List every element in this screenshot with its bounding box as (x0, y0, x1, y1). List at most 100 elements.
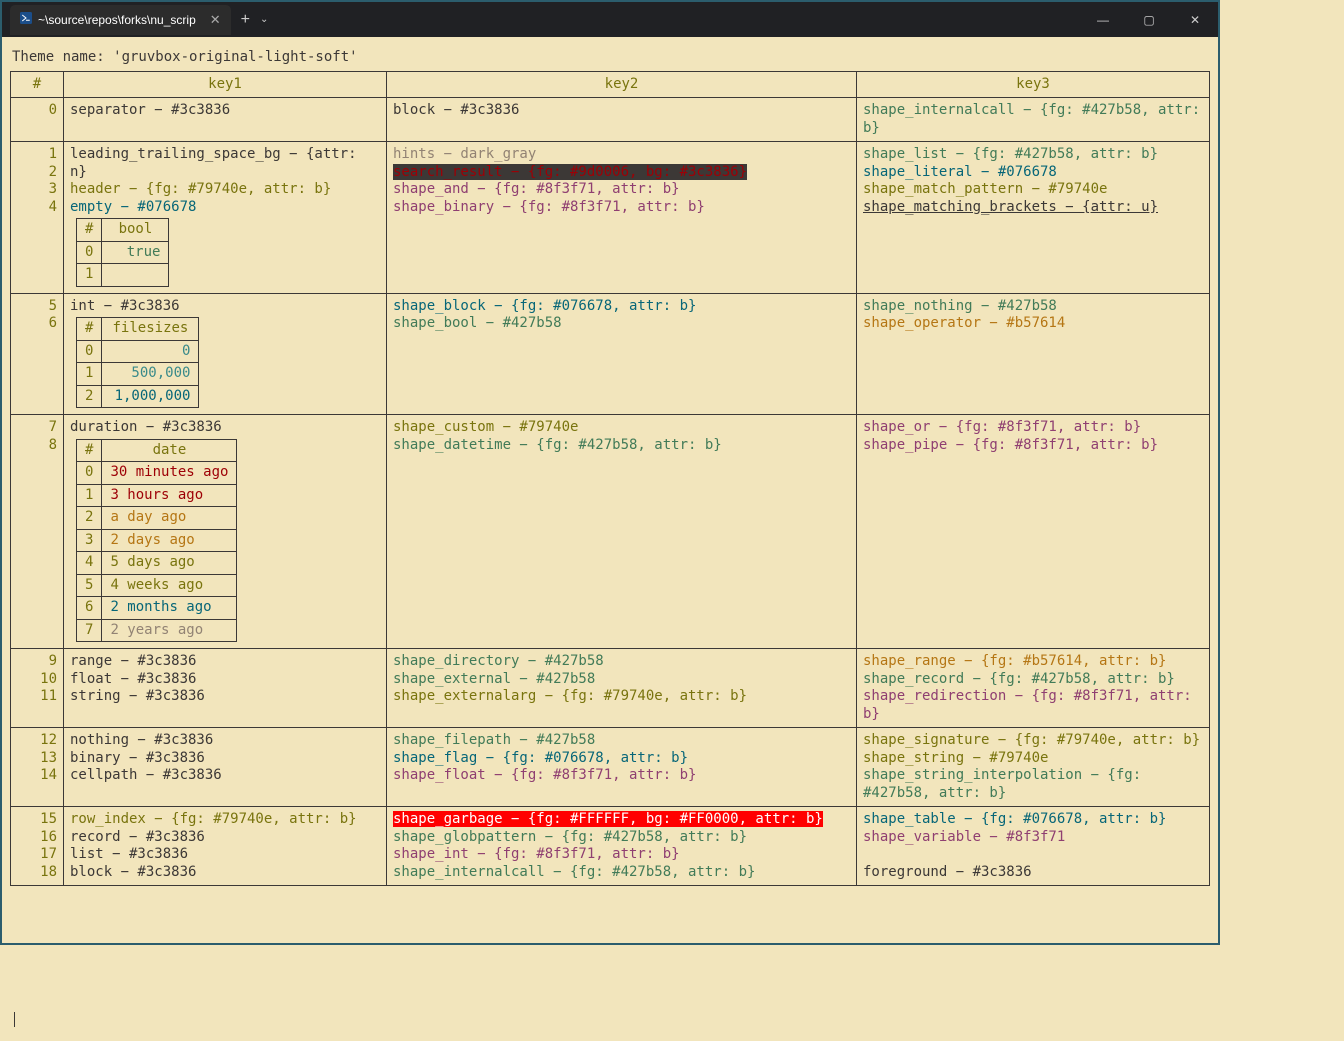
tab-title: ~\source\repos\forks\nu_scrip (38, 13, 196, 27)
new-tab-button[interactable]: + (241, 11, 250, 29)
cell-key3: shape_range − {fg: #b57614, attr: b} sha… (857, 649, 1210, 728)
inner-value: 5 days ago (102, 552, 237, 575)
cell-text: shape_match_pattern − #79740e (863, 181, 1107, 197)
cell-text: shape_int − {fg: #8f3f71, attr: b} (393, 846, 680, 862)
close-button[interactable]: ✕ (1172, 2, 1218, 37)
cell-text: shape_directory − #427b58 (393, 653, 604, 669)
inner-value: a day ago (102, 507, 237, 530)
cell-text: duration − #3c3836 (70, 419, 222, 435)
cell-key1: int − #3c3836 #filesizes001500,00021,000… (64, 293, 387, 415)
inner-value: 2 years ago (102, 619, 237, 642)
cell-text: shape_record − {fg: #427b58, attr: b} (863, 671, 1175, 687)
cell-key2: block − #3c3836 (387, 98, 857, 142)
inner-value: 500,000 (102, 363, 199, 386)
col-key3: key3 (857, 71, 1210, 98)
tab-dropdown-icon[interactable]: ⌄ (260, 14, 268, 25)
inner-index: 2 (77, 507, 102, 530)
row-num: 15 16 17 18 (11, 807, 64, 886)
cell-text: shape_string − #79740e (863, 750, 1048, 766)
cell-key1: nothing − #3c3836 binary − #3c3836 cellp… (64, 728, 387, 807)
cell-key3: shape_list − {fg: #427b58, attr: b} shap… (857, 142, 1210, 294)
cell-text: shape_and − {fg: #8f3f71, attr: b} (393, 181, 680, 197)
inner-value: 4 weeks ago (102, 574, 237, 597)
cell-text: binary − #3c3836 (70, 750, 205, 766)
inner-index: 2 (77, 385, 102, 408)
cell-text: range − #3c3836 (70, 653, 196, 669)
cell-key1: duration − #3c3836 #date030 minutes ago1… (64, 415, 387, 649)
inner-col-num: # (77, 439, 102, 462)
row-num: 9 10 11 (11, 649, 64, 728)
cell-key3: shape_or − {fg: #8f3f71, attr: b} shape_… (857, 415, 1210, 649)
cell-text: shape_filepath − #427b58 (393, 732, 595, 748)
inner-value: false (102, 264, 169, 287)
inner-value: 0 (102, 340, 199, 363)
inner-col-head: filesizes (102, 318, 199, 341)
terminal-window: ~\source\repos\forks\nu_scrip ✕ + ⌄ — ▢ … (0, 0, 1220, 945)
cell-text: row_index − {fg: #79740e, attr: b} (70, 811, 357, 827)
theme-line: Theme name: 'gruvbox-original-light-soft… (12, 49, 1210, 67)
inner-table-date: #date030 minutes ago13 hours ago2a day a… (76, 439, 237, 643)
close-tab-icon[interactable]: ✕ (210, 12, 221, 28)
cell-text: search_result − {fg: #9d0006, bg: #3c383… (393, 164, 747, 180)
inner-value: true (102, 241, 169, 264)
inner-value: 1,000,000 (102, 385, 199, 408)
inner-value: 2 days ago (102, 529, 237, 552)
cell-text: string − #3c3836 (70, 688, 205, 704)
cell-text: shape_operator − #b57614 (863, 315, 1065, 331)
cell-key3: shape_internalcall − {fg: #427b58, attr:… (857, 98, 1210, 142)
inner-value: 2 months ago (102, 597, 237, 620)
row-num: 1 2 3 4 (11, 142, 64, 294)
inner-table-filesizes: #filesizes001500,00021,000,000 (76, 317, 199, 408)
cell-text: shape_externalarg − {fg: #79740e, attr: … (393, 688, 747, 704)
inner-index: 5 (77, 574, 102, 597)
cell-text: shape_globpattern − {fg: #427b58, attr: … (393, 829, 747, 845)
cell-key1: separator − #3c3836 (64, 98, 387, 142)
cell-text: shape_range − {fg: #b57614, attr: b} (863, 653, 1166, 669)
cell-text: shape_binary − {fg: #8f3f71, attr: b} (393, 199, 705, 215)
cell-text: shape_custom − #79740e (393, 419, 578, 435)
inner-index: 6 (77, 597, 102, 620)
cell-text: header − {fg: #79740e, attr: b} (70, 181, 331, 197)
cell-text: shape_bool − #427b58 (393, 315, 562, 331)
cell-key3: shape_nothing − #427b58 shape_operator −… (857, 293, 1210, 415)
cell-text: shape_signature − {fg: #79740e, attr: b} (863, 732, 1200, 748)
inner-index: 7 (77, 619, 102, 642)
inner-index: 0 (77, 340, 102, 363)
cell-key1: leading_trailing_space_bg − {attr: n} he… (64, 142, 387, 294)
inner-col-num: # (77, 318, 102, 341)
cell-text: shape_or − {fg: #8f3f71, attr: b} (863, 419, 1141, 435)
cell-text: shape_pipe − {fg: #8f3f71, attr: b} (863, 437, 1158, 453)
theme-table: # key1 key2 key3 0separator − #3c3836blo… (10, 71, 1210, 887)
cell-text: block − #3c3836 (393, 102, 519, 118)
cell-key2: shape_filepath − #427b58 shape_flag − {f… (387, 728, 857, 807)
cell-key1: row_index − {fg: #79740e, attr: b} recor… (64, 807, 387, 886)
cell-text: record − #3c3836 (70, 829, 205, 845)
cell-text: separator − #3c3836 (70, 102, 230, 118)
cell-text: empty − #076678 (70, 199, 196, 215)
tab-active[interactable]: ~\source\repos\forks\nu_scrip ✕ (10, 5, 231, 35)
cell-text: shape_table − {fg: #076678, attr: b} (863, 811, 1166, 827)
inner-index: 1 (77, 363, 102, 386)
cell-text: float − #3c3836 (70, 671, 196, 687)
inner-value: 30 minutes ago (102, 462, 237, 485)
cell-text: shape_variable − #8f3f71 (863, 829, 1065, 845)
titlebar: ~\source\repos\forks\nu_scrip ✕ + ⌄ — ▢ … (2, 2, 1218, 37)
cell-text: nothing − #3c3836 (70, 732, 213, 748)
col-key2: key2 (387, 71, 857, 98)
inner-index: 4 (77, 552, 102, 575)
inner-index: 0 (77, 241, 102, 264)
cell-key2: shape_custom − #79740e shape_datetime − … (387, 415, 857, 649)
row-num: 12 13 14 (11, 728, 64, 807)
cell-text: shape_float − {fg: #8f3f71, attr: b} (393, 767, 696, 783)
cell-text: shape_nothing − #427b58 (863, 298, 1057, 314)
cell-key3: shape_table − {fg: #076678, attr: b} sha… (857, 807, 1210, 886)
inner-col-num: # (77, 219, 102, 242)
maximize-button[interactable]: ▢ (1126, 2, 1172, 37)
minimize-button[interactable]: — (1080, 2, 1126, 37)
prompt-cursor[interactable] (14, 1011, 16, 1027)
inner-index: 0 (77, 462, 102, 485)
terminal-body[interactable]: Theme name: 'gruvbox-original-light-soft… (2, 37, 1218, 943)
cell-text: foreground − #3c3836 (863, 864, 1032, 880)
inner-index: 1 (77, 264, 102, 287)
cell-text: leading_trailing_space_bg − {attr: n} (70, 146, 365, 180)
